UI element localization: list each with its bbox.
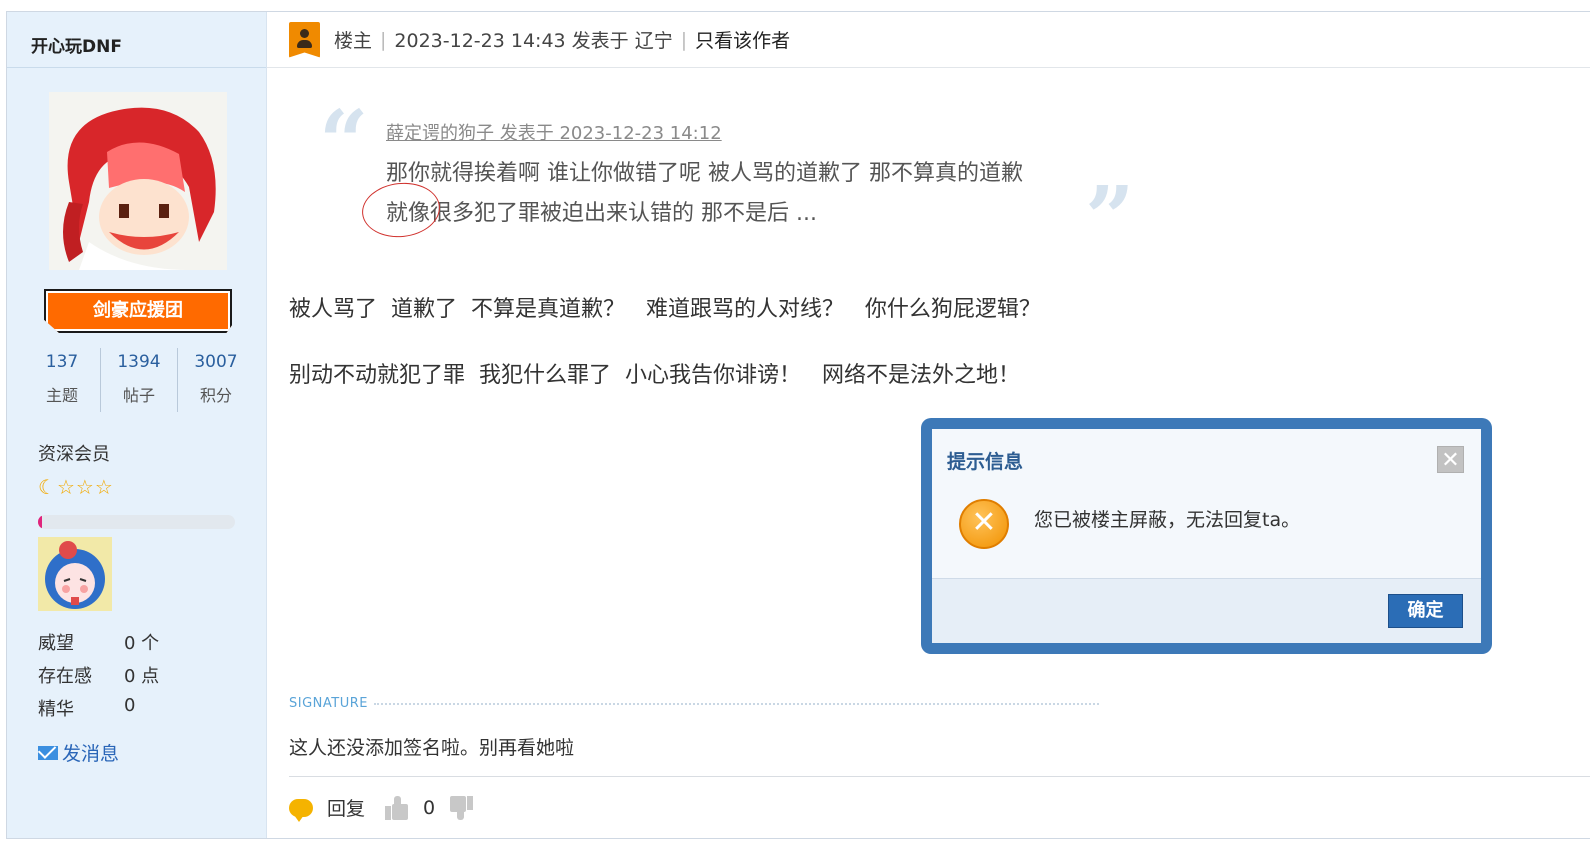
level-progress-fill [38,515,42,529]
author-name[interactable]: 开心玩DNF [7,12,266,68]
stat-posts[interactable]: 1394 帖子 [100,348,177,412]
stat-value[interactable]: 137 [24,352,100,372]
error-icon: ✕ [959,499,1009,549]
profile-value: 0 点 [124,666,160,687]
quote-block: “ ” 薛定谔的狗子 发表于 2023-12-23 14:12 那你就得挨着啊 … [319,92,1139,262]
thumbs-down-icon[interactable] [449,795,474,821]
author-sidebar: 开心玩DNF 剑豪应援团 137 主题 1394 帖子 3007 积分 资深会员… [7,12,267,838]
stat-value[interactable]: 3007 [178,352,254,372]
close-button[interactable]: ✕ [1437,446,1464,473]
medal-image [38,537,112,611]
reply-bubble-icon[interactable] [289,798,313,822]
floor-owner-icon [289,21,320,58]
stat-label: 积分 [199,386,232,405]
profile-key: 精华 [38,699,74,720]
group-badge: 剑豪应援团 [44,289,232,333]
only-author-link[interactable]: 只看该作者 [695,26,790,53]
close-quote-icon: ” [1085,168,1135,269]
profile-key: 威望 [38,633,74,654]
like-count: 0 [423,796,436,819]
dialog-title: 提示信息 [947,451,1024,473]
send-message-link[interactable]: 发消息 [38,739,119,766]
confirm-button[interactable]: 确定 [1388,594,1463,628]
post-actions: 回复 0 [289,776,1590,838]
red-circle-annotation [359,179,443,241]
profile-key: 存在感 [38,666,92,687]
profile-value: 0 个 [124,633,160,654]
quote-text-line: 就像很多犯了罪被迫出来认错的 那不是后 ... [386,201,817,226]
reply-button[interactable]: 回复 [327,794,365,821]
signature-divider: SIGNATURE [289,696,1099,711]
avatar-image [49,92,227,270]
stat-value[interactable]: 1394 [101,352,177,372]
profile-row: 存在感 0 点 [38,662,159,695]
medal-avatar [38,537,112,611]
stat-points[interactable]: 3007 积分 [177,348,254,412]
level-progress-bar [38,515,235,529]
star-icon: ☆ [75,475,95,499]
rank-title: 资深会员 [38,444,110,465]
profile-fields: 威望 0 个 存在感 0 点 精华 0 [38,629,159,728]
avatar[interactable] [49,92,227,270]
signature-text: 这人还没添加签名啦。别再看她啦 [289,737,575,759]
open-quote-icon: “ [319,92,369,193]
dialog-message: 您已被楼主屏蔽，无法回复ta。 [1034,509,1301,531]
quote-text-line: 那你就得挨着啊 谁让你做错了呢 被人骂的道歉了 那不算真的道歉 [386,161,1023,186]
rank-stars: ☾☆☆☆ [38,475,114,499]
quote-source-link[interactable]: 薛定谔的狗子 发表于 2023-12-23 14:12 [386,119,722,145]
post-paragraph: 被人骂了 道歉了 不算是真道歉？ 难道跟骂的人对线？ 你什么狗屁逻辑？ [289,297,1041,322]
notice-dialog: 提示信息 ✕ ✕ 您已被楼主屏蔽，无法回复ta。 确定 [921,418,1492,654]
profile-row: 威望 0 个 [38,629,159,662]
divider: | [680,28,688,51]
send-message-label: 发消息 [62,743,120,765]
signature-label: SIGNATURE [289,696,368,711]
dotted-line [373,702,1099,705]
star-icon: ☆ [94,475,114,499]
mail-icon [38,745,58,760]
stat-label: 主题 [45,386,78,405]
author-stats: 137 主题 1394 帖子 3007 积分 [24,348,254,412]
post-paragraph: 别动不动就犯了罪 我犯什么罪了 小心我告你诽谤！ 网络不是法外之地！ [289,363,1020,388]
stat-label: 帖子 [122,386,155,405]
post-header: 楼主 | 2023-12-23 14:43 发表于 辽宁 | 只看该作者 [267,12,1590,68]
thumbs-up-icon[interactable] [385,795,409,821]
floor-label: 楼主 [334,30,373,52]
stat-topics[interactable]: 137 主题 [24,348,100,412]
divider: | [380,28,387,51]
moon-icon: ☾ [38,475,57,499]
dialog-footer: 确定 [932,578,1481,643]
star-icon: ☆ [56,475,76,499]
profile-value: 0 [124,695,136,716]
profile-row: 精华 0 [38,695,159,728]
post-time: 2023-12-23 14:43 发表于 辽宁 [394,30,673,52]
